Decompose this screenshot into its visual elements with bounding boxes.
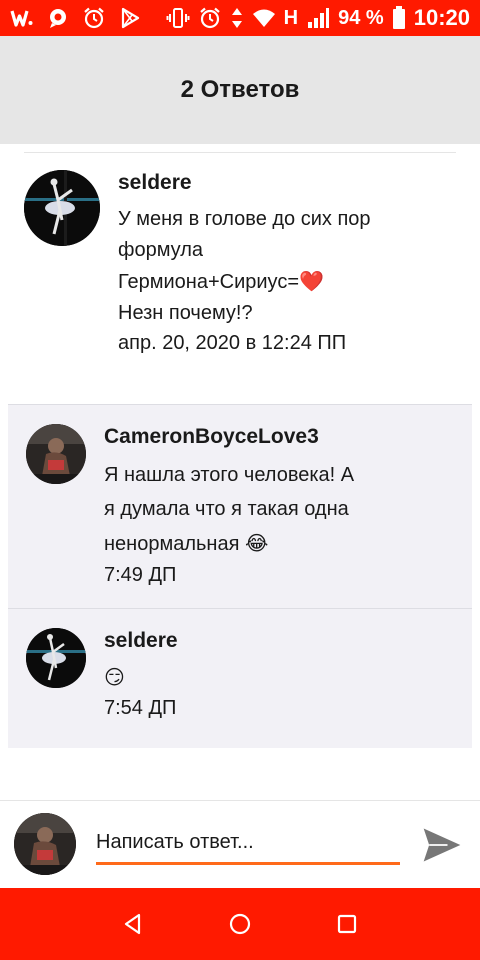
- battery-level: 94 %: [338, 6, 384, 29]
- smirk-emoji: 😏: [104, 665, 125, 689]
- alarm-icon: [82, 6, 106, 30]
- comment-author[interactable]: seldere: [104, 628, 178, 654]
- heart-emoji: ❤️: [299, 269, 324, 293]
- reply-item[interactable]: CameronBoyceLove3 Я нашла этого человека…: [26, 424, 404, 589]
- reply-item[interactable]: seldere 😏 7:54 ДП: [26, 628, 178, 722]
- laughing-emoji: 😂: [244, 531, 269, 555]
- divider: [24, 152, 456, 153]
- page-title: 2 Ответов: [180, 76, 300, 103]
- status-bar-system: H 94 % 10:20: [166, 5, 470, 31]
- comment-timestamp: 7:54 ДП: [104, 697, 177, 719]
- clock: 10:20: [413, 5, 470, 30]
- divider: [8, 608, 472, 609]
- comment-body: seldere У меня в голове до сих пор форму…: [118, 170, 418, 357]
- back-icon: [125, 913, 141, 935]
- send-button[interactable]: [418, 821, 466, 869]
- battery-icon: [392, 6, 406, 30]
- data-arrows-icon: [230, 6, 244, 30]
- app-chat-icon: [46, 6, 70, 30]
- main-comment[interactable]: seldere У меня в голове до сих пор форму…: [24, 170, 418, 357]
- back-button[interactable]: [113, 904, 153, 944]
- comment-text-line: ненормальная 😂: [104, 531, 269, 555]
- comment-text-line: У меня в голове до сих пор: [118, 208, 371, 230]
- signal-icon: [306, 6, 330, 30]
- send-icon: [423, 828, 461, 862]
- replies-list: CameronBoyceLove3 Я нашла этого человека…: [8, 404, 472, 748]
- avatar[interactable]: [26, 424, 86, 484]
- current-user-avatar: [14, 813, 76, 875]
- comment-timestamp: 7:49 ДП: [104, 564, 177, 586]
- divider: [8, 404, 472, 405]
- comment-text: 😏: [104, 662, 178, 694]
- comment-text-line: Я нашла этого человека! А: [104, 464, 355, 486]
- wifi-icon: [252, 6, 276, 30]
- home-icon: [229, 913, 251, 935]
- comment-text-line: Гермиона+Сириус=❤️: [118, 269, 324, 293]
- comment-author[interactable]: CameronBoyceLove3: [104, 424, 404, 450]
- comment-text-line: формула: [118, 239, 204, 261]
- reply-input[interactable]: [96, 823, 400, 865]
- reply-compose-bar: [0, 800, 480, 888]
- play-store-icon: [118, 6, 142, 30]
- comment-text-line: Незн почему!?: [118, 302, 253, 324]
- avatar[interactable]: [24, 170, 100, 246]
- comment-text: У меня в голове до сих пор формула Герми…: [118, 204, 418, 329]
- status-bar-notifications: [10, 6, 142, 30]
- comment-thread[interactable]: seldere У меня в голове до сих пор форму…: [0, 144, 480, 800]
- status-bar: H 94 % 10:20: [0, 0, 480, 36]
- comment-body: CameronBoyceLove3 Я нашла этого человека…: [104, 424, 404, 589]
- avatar[interactable]: [26, 628, 86, 688]
- comment-author[interactable]: seldere: [118, 170, 418, 196]
- home-button[interactable]: [220, 904, 260, 944]
- comment-text-line: я думала что я такая одна: [104, 498, 349, 520]
- app-w-icon: [10, 6, 34, 30]
- comment-body: seldere 😏 7:54 ДП: [104, 628, 178, 722]
- comment-text: Я нашла этого человека! А я думала что я…: [104, 458, 404, 561]
- recents-icon: [337, 914, 356, 934]
- replies-header: 2 Ответов: [0, 36, 480, 144]
- network-type: H: [283, 6, 299, 29]
- vibrate-icon: [166, 6, 190, 30]
- recents-button[interactable]: [327, 904, 367, 944]
- system-nav-bar: [0, 888, 480, 960]
- comment-timestamp: апр. 20, 2020 в 12:24 ПП: [118, 332, 347, 354]
- alarm-icon: [198, 6, 222, 30]
